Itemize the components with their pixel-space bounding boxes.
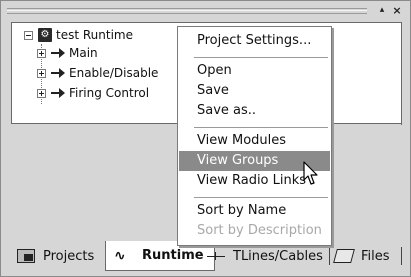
runtime-root-icon: ⚙ [38,28,52,42]
panel-grip[interactable] [7,8,367,14]
tab-label: Files [361,248,390,264]
expand-icon[interactable] [37,68,46,78]
mouse-cursor-icon [303,161,318,185]
menu-item-project-settings[interactable]: Project Settings... [179,31,330,51]
files-icon [333,249,355,263]
menu-item-view-modules[interactable]: View Modules [179,131,330,151]
menu-item-sort-by-description: Sort by Description [197,223,322,238]
arrow-icon [51,68,65,78]
tab-projects[interactable]: Projects [17,244,94,268]
tree-edge [401,22,402,125]
menu-item-save-as[interactable]: Save as.. [179,101,330,121]
menu-item-save[interactable]: Save [179,81,330,101]
panel-title-strip: ▴ × [5,4,408,18]
tab-label: TLines/Cables [233,248,323,264]
tree-node-label: test Runtime [56,28,133,42]
tab-label: Projects [43,248,95,264]
tree-node-label: Firing Control [69,86,150,100]
tree-node-label: Enable/Disable [69,66,159,80]
tab-tlines-cables[interactable]: TLines/Cables [207,244,323,268]
context-menu: Project Settings... Open Save Save as.. … [177,26,332,246]
tree-node-firing-control[interactable]: Firing Control [37,84,149,102]
tlines-icon [207,251,225,261]
runtime-icon: ∿ [114,247,126,264]
pin-button[interactable]: ▴ [376,4,388,17]
tree-node-enable-disable[interactable]: Enable/Disable [37,64,158,82]
tab-separator [329,247,330,265]
arrow-icon [51,88,65,98]
menu-item-sort-by-name[interactable]: Sort by Name [179,201,330,221]
close-button[interactable]: × [391,4,403,17]
projects-icon [17,249,35,263]
menu-item-open[interactable]: Open [179,61,330,81]
tree-node-label: Main [69,46,98,60]
menu-separator [194,57,328,58]
menu-separator [194,127,328,128]
tab-separator [401,247,402,265]
tab-label: Runtime [142,248,204,263]
tree-node-root[interactable]: ⚙ test Runtime [24,26,133,44]
expand-icon[interactable] [37,88,46,98]
arrow-icon [51,48,65,58]
expand-icon[interactable] [37,48,46,58]
collapse-icon[interactable] [24,30,33,40]
menu-separator [194,197,328,198]
tree-node-main[interactable]: Main [37,44,98,62]
tab-files[interactable]: Files [333,244,390,268]
